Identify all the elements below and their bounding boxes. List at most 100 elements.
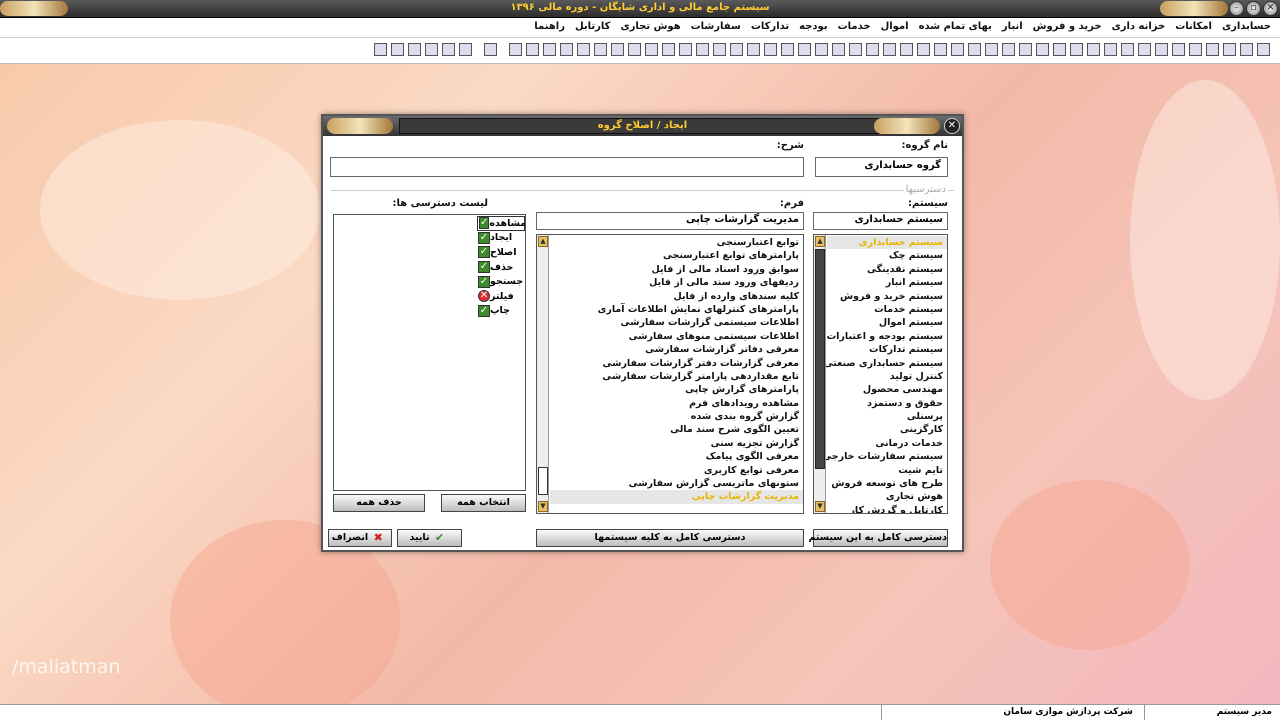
toolbar-button-icon[interactable] [815,43,828,56]
toolbar-button-icon[interactable] [985,43,998,56]
toolbar-button-icon[interactable] [1206,43,1219,56]
scroll-up-icon[interactable]: ▲ [538,236,548,247]
full-all-systems-button[interactable]: دسترسی کامل به کلیه سیستمها [536,529,804,547]
permission-item[interactable]: ✓ چاپ [477,304,525,319]
scroll-thumb[interactable] [815,249,825,469]
toolbar-button-icon[interactable] [662,43,675,56]
system-list-item[interactable]: حقوق و دستمزد [827,397,947,410]
toolbar-button-icon[interactable] [526,43,539,56]
system-list-item[interactable]: سیستم حسابداری [827,236,947,250]
toolbar-button-icon[interactable] [1002,43,1015,56]
toolbar-button-icon[interactable] [408,43,421,56]
toolbar-button-icon[interactable] [1155,43,1168,56]
toolbar-button-icon[interactable] [509,43,522,56]
check-icon[interactable]: ✓ [478,231,490,244]
permission-list[interactable]: ✓ مشاهده ✓ ایجاد ✓ اصلاح ✓ حذف ✓ جستجو ✕ فیلتر ✓ چا… [333,214,526,491]
form-list-item[interactable]: ردیفهای ورود سند مالی از فایل [550,276,803,289]
close-icon[interactable]: ✕ [1263,1,1278,16]
toolbar-button-icon[interactable] [1189,43,1202,56]
form-list[interactable]: توابع اعتبارسنجی پارامترهای توابع اعتبارس… [536,234,804,514]
scroll-down-icon[interactable]: ▼ [815,501,825,512]
toolbar-button-icon[interactable] [1240,43,1253,56]
system-list-item[interactable]: سیستم حسابداری صنعتی [824,357,947,370]
system-list-item[interactable]: سیستم بودجه و اعتبارات [827,330,947,343]
toolbar-button-icon[interactable] [764,43,777,56]
permission-item[interactable]: ✕ فیلتر [477,289,525,304]
form-list-item[interactable]: توابع اعتبارسنجی [550,236,803,249]
toolbar-button-icon[interactable] [1223,43,1236,56]
toolbar-button-icon[interactable] [459,43,472,56]
menu-item[interactable]: بودجه [794,18,832,35]
form-list-item[interactable]: معرفی الگوی پیامک [550,450,803,463]
toolbar-button-icon[interactable] [798,43,811,56]
toolbar-button-icon[interactable] [1257,43,1270,56]
form-select[interactable]: مدیریت گزارشات چاپی [536,212,804,230]
system-select[interactable]: سیستم حسابداری [813,212,948,230]
delete-all-button[interactable]: حذف همه [333,494,425,512]
toolbar-button-icon[interactable] [849,43,862,56]
system-list[interactable]: سیستم حسابداری سیستم چک سیستم نقدینگی سیستم… [813,234,948,514]
form-list-item[interactable]: پارامترهای توابع اعتبارسنجی [550,249,803,262]
system-list-item[interactable]: کارتابل و گردش کار [827,504,947,513]
permission-item[interactable]: ✓ اصلاح [477,245,525,260]
form-list-item[interactable]: پارامترهای کنترلهای نمایش اطلاعات آماری [550,303,803,316]
toolbar-button-icon[interactable] [747,43,760,56]
deny-icon[interactable]: ✕ [478,290,490,303]
system-list-scrollbar[interactable]: ▲ ▼ [814,235,826,513]
description-input[interactable] [330,157,804,177]
toolbar-button-icon[interactable] [560,43,573,56]
form-list-item[interactable]: مدیریت گزارشات چاپی [550,490,803,504]
toolbar-button-icon[interactable] [900,43,913,56]
form-list-item[interactable]: تابع مقداردهی پارامتر گزارشات سفارشی [550,370,803,383]
check-icon[interactable]: ✓ [478,246,490,259]
system-list-item[interactable]: سیستم خرید و فروش [827,290,947,303]
toolbar-button-icon[interactable] [1138,43,1151,56]
menu-item[interactable]: امکانات [1170,18,1217,35]
permission-item[interactable]: ✓ جستجو [477,274,525,289]
ok-button[interactable]: ✔ تایید [397,529,462,547]
select-all-button[interactable]: انتخاب همه [441,494,526,512]
toolbar-button-icon[interactable] [883,43,896,56]
toolbar-button-icon[interactable] [832,43,845,56]
system-list-item[interactable]: سیستم انبار [827,276,947,289]
toolbar-button-icon[interactable] [611,43,624,56]
toolbar-button-icon[interactable] [425,43,438,56]
system-list-item[interactable]: سیستم اموال [827,316,947,329]
dialog-close-icon[interactable]: ✕ [944,118,960,134]
form-list-item[interactable]: اطلاعات سیستمی منوهای سفارشی [550,330,803,343]
system-list-item[interactable]: مهندسی محصول [827,383,947,396]
system-list-item[interactable]: سیستم سفارشات خارجی [822,450,947,463]
permission-header[interactable]: ✓ مشاهده [477,216,525,231]
system-list-item[interactable]: سیستم خدمات [827,303,947,316]
check-icon[interactable]: ✓ [478,261,490,274]
system-list-item[interactable]: هوش تجاری [827,490,947,503]
toolbar-button-icon[interactable] [696,43,709,56]
cancel-button[interactable]: ✖ انصراف [328,529,392,547]
form-list-item[interactable]: تعیین الگوی شرح سند مالی [550,423,803,436]
toolbar-button-icon[interactable] [442,43,455,56]
toolbar-button-icon[interactable] [628,43,641,56]
form-list-item[interactable]: گزارش تجزیه سنی [550,437,803,450]
toolbar-button-icon[interactable] [730,43,743,56]
menu-item[interactable]: بهای تمام شده [914,18,997,35]
form-list-scrollbar[interactable]: ▲ ▼ [537,235,549,513]
toolbar-button-icon[interactable] [1104,43,1117,56]
group-name-input[interactable]: گروه حسابداری [815,157,948,177]
toolbar-button-icon[interactable] [1087,43,1100,56]
check-icon[interactable]: ✓ [478,275,490,288]
form-list-item[interactable]: پارامترهای گزارش چاپی [550,383,803,396]
system-list-item[interactable]: سیستم تدارکات [827,343,947,356]
menu-item[interactable]: خزانه داری [1107,18,1171,35]
toolbar-button-icon[interactable] [1172,43,1185,56]
menu-item[interactable]: کارتابل [570,18,616,35]
scroll-thumb[interactable] [538,467,548,495]
system-list-item[interactable]: طرح های توسعه فروش [827,477,947,490]
form-list-item[interactable]: معرفی توابع کاربری [550,464,803,477]
menu-item[interactable]: حسابداری [1217,18,1276,35]
toolbar-button-icon[interactable] [391,43,404,56]
toolbar-button-icon[interactable] [968,43,981,56]
form-list-item[interactable]: سوابق ورود اسناد مالی از فایل [550,263,803,276]
form-list-item[interactable]: معرفی گزارشات دفتر گزارشات سفارشی [550,357,803,370]
full-system-access-button[interactable]: دسترسی کامل به این سیستم [808,529,948,547]
system-list-item[interactable]: پرسنلی [827,410,947,423]
